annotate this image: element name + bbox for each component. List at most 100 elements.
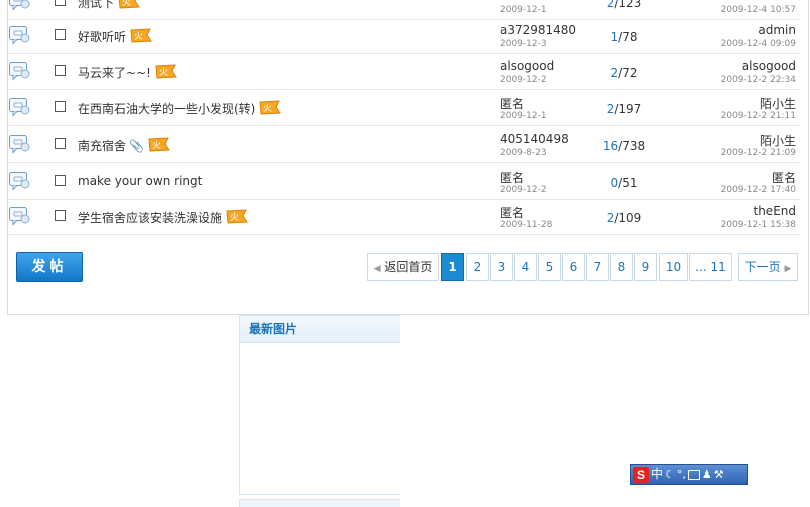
ime-mode-label[interactable]: 中 (651, 466, 663, 483)
page-4-button[interactable]: 4 (514, 253, 537, 281)
thread-checkbox[interactable] (55, 210, 66, 221)
new-post-button[interactable]: 发帖 (16, 252, 83, 282)
back-home-label: 返回首页 (384, 260, 433, 274)
thread-author[interactable]: 匿名 (500, 204, 524, 221)
hot-badge-icon: 火 (148, 137, 170, 152)
thread-title-link[interactable]: 南充宿舍 (78, 139, 126, 153)
hot-badge-icon: 火 (259, 100, 282, 115)
page-7-button[interactable]: 7 (586, 253, 609, 281)
user-icon[interactable]: ♟ (702, 466, 712, 483)
thread-row: 测试下火 2009-12-1 2/123 2009-12-4 10:57 (8, 0, 800, 20)
page-11-button[interactable]: ... 11 (689, 253, 732, 281)
svg-text:火: 火 (263, 103, 272, 114)
thread-checkbox[interactable] (55, 101, 66, 112)
hot-badge-icon: 火 (226, 209, 248, 224)
last-reply-date[interactable]: 2009-12-2 21:09 (721, 148, 796, 158)
page-1-button[interactable]: 1 (441, 253, 464, 281)
thread-row: 马云来了~~! 火 alsogood 2009-12-2 2/72 alsogood 200… (8, 54, 800, 90)
back-home-button[interactable]: ◀ 返回首页 (367, 253, 439, 281)
reply-view-count: 0/51 (574, 176, 674, 190)
thread-status-icon (8, 25, 30, 45)
thread-row: make your own ringt 匿名 2009-12-2 0/51 匿名 2009… (8, 164, 800, 200)
last-reply-date[interactable]: 2009-12-2 22:34 (721, 75, 796, 85)
thread-author[interactable]: a372981480 (500, 23, 576, 37)
reply-view-count: 2/72 (574, 66, 674, 80)
reply-count: 16 (602, 139, 619, 153)
last-reply-date[interactable]: 2009-12-4 10:57 (721, 5, 796, 15)
ime-toolbar[interactable]: S 中 ☾ °, ♟ ⚒ (630, 464, 748, 485)
punctuation-icon[interactable]: °, (677, 466, 686, 483)
thread-status-icon (8, 97, 30, 117)
thread-title-wrap: 好歌听听火 (78, 28, 152, 45)
next-page-label: 下一页 (744, 260, 781, 274)
last-reply-date[interactable]: 2009-12-4 09:09 (721, 39, 796, 49)
thread-post-date: 2009-11-28 (500, 220, 553, 230)
thread-title-link[interactable]: 马云来了~~! (78, 66, 151, 80)
thread-row: 南充宿舍 📎 火 405140498 2009-8-23 16/738 陌小生 2009-12… (8, 127, 800, 163)
svg-text:火: 火 (159, 67, 168, 78)
reply-view-count: 2/197 (574, 102, 674, 116)
sogou-logo-icon[interactable]: S (633, 466, 649, 483)
svg-text:火: 火 (230, 212, 239, 223)
page-5-button[interactable]: 5 (538, 253, 561, 281)
thread-status-icon (8, 134, 30, 154)
last-reply-date[interactable]: 2009-12-1 15:38 (721, 220, 796, 230)
view-count: 78 (622, 30, 638, 44)
half-width-moon-icon[interactable]: ☾ (665, 466, 675, 483)
last-reply-user[interactable]: alsogood (742, 59, 796, 73)
last-reply-user[interactable]: 匿名 (772, 169, 796, 186)
last-reply-user[interactable]: 陌小生 (760, 95, 796, 112)
svg-text:火: 火 (134, 31, 143, 42)
thread-author[interactable]: 405140498 (500, 132, 569, 146)
page-10-button[interactable]: 10 (659, 253, 688, 281)
last-reply-date[interactable]: 2009-12-2 17:40 (721, 185, 796, 195)
view-count: 123 (618, 0, 642, 10)
thread-post-date: 2009-12-1 (500, 111, 547, 121)
thread-checkbox[interactable] (55, 0, 66, 6)
thread-checkbox[interactable] (55, 175, 66, 186)
arrow-right-icon: ▶ (784, 264, 792, 274)
thread-title-wrap: 测试下火 (78, 0, 140, 11)
reply-count: 2 (610, 66, 619, 80)
thread-status-icon (8, 0, 30, 11)
reply-count: 1 (610, 30, 619, 44)
thread-author[interactable]: alsogood (500, 59, 554, 73)
thread-title-link[interactable]: 学生宿舍应该安装洗澡设施 (78, 211, 222, 225)
thread-author[interactable]: 匿名 (500, 95, 524, 112)
thread-checkbox[interactable] (55, 29, 66, 40)
thread-post-date: 2009-8-23 (500, 148, 547, 158)
page-2-button[interactable]: 2 (466, 253, 489, 281)
last-reply-user[interactable]: 陌小生 (760, 132, 796, 149)
page-3-button[interactable]: 3 (490, 253, 513, 281)
next-page-button[interactable]: 下一页 ▶ (738, 253, 798, 281)
thread-post-date: 2009-12-2 (500, 75, 547, 85)
page-9-button[interactable]: 9 (634, 253, 657, 281)
thread-title-wrap: 南充宿舍 📎 火 (78, 137, 170, 154)
last-reply-date[interactable]: 2009-12-2 21:11 (721, 111, 796, 121)
thread-status-icon (8, 171, 30, 191)
thread-title-link[interactable]: 好歌听听 (78, 30, 126, 44)
page-8-button[interactable]: 8 (610, 253, 633, 281)
last-reply-user[interactable]: admin (758, 23, 796, 37)
svg-text:火: 火 (152, 140, 161, 151)
latest-images-title: 最新图片 (240, 316, 400, 343)
settings-wrench-icon[interactable]: ⚒ (714, 466, 724, 483)
hot-badge-icon: 火 (155, 64, 177, 79)
view-count: 51 (622, 176, 638, 190)
thread-author[interactable]: 匿名 (500, 169, 524, 186)
thread-checkbox[interactable] (55, 138, 66, 149)
thread-title-link[interactable]: 在西南石油大学的一些小发现(转) (78, 102, 255, 116)
keyboard-icon[interactable] (687, 470, 700, 480)
thread-title-link[interactable]: make your own ringt (78, 174, 202, 188)
thread-post-date: 2009-12-2 (500, 185, 547, 195)
thread-title-link[interactable]: 测试下 (78, 0, 114, 10)
reply-view-count: 16/738 (574, 139, 674, 153)
page-6-button[interactable]: 6 (562, 253, 585, 281)
last-reply-user[interactable]: theEnd (754, 204, 797, 218)
attachment-icon: 📎 (129, 139, 144, 153)
thread-title-wrap: 马云来了~~! 火 (78, 64, 177, 81)
thread-post-date: 2009-12-3 (500, 39, 547, 49)
svg-text:火: 火 (122, 0, 131, 8)
reply-view-count: 2/109 (574, 211, 674, 225)
thread-checkbox[interactable] (55, 65, 66, 76)
